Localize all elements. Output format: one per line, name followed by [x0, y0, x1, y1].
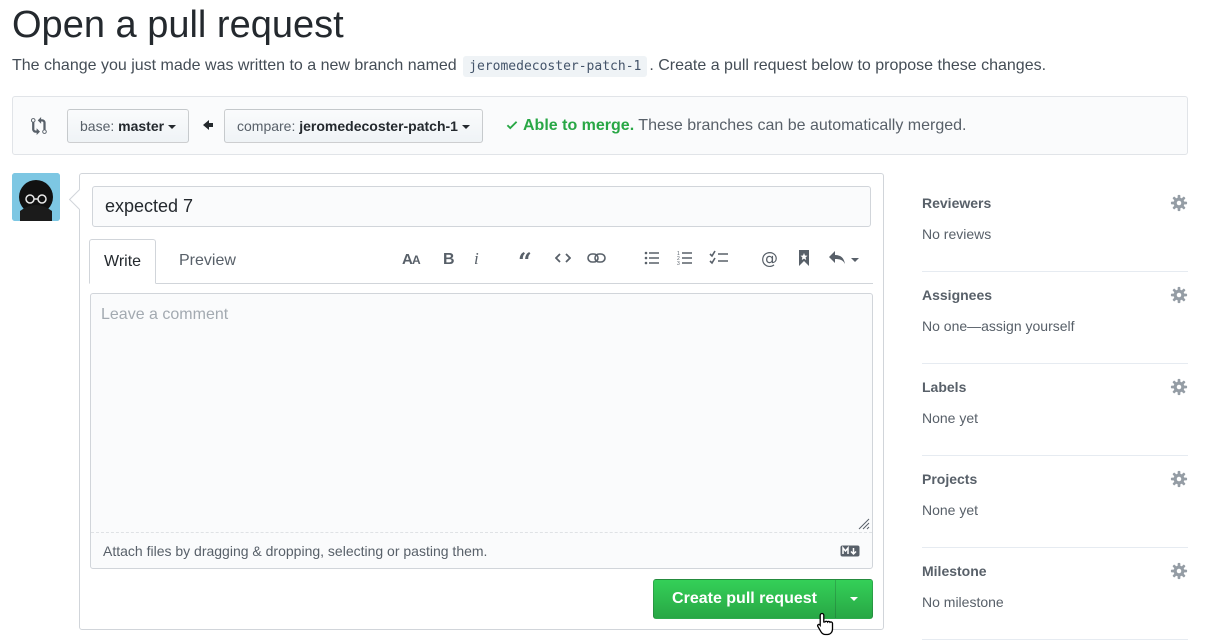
gear-icon[interactable] — [1170, 194, 1188, 212]
numbered-list-icon[interactable]: 123 — [672, 246, 698, 270]
bookmark-icon[interactable] — [791, 246, 817, 270]
bullet-list-icon[interactable] — [639, 246, 665, 270]
subtitle-text-after: . Create a pull request below to propose… — [649, 57, 1047, 74]
svg-text:i: i — [474, 250, 479, 266]
link-icon[interactable] — [584, 246, 610, 270]
italic-icon[interactable]: i — [465, 246, 491, 270]
page-title: Open a pull request — [12, 4, 344, 46]
compare-branch-selector[interactable]: compare: jeromedecoster-patch-1 — [224, 109, 483, 143]
sidebar-item-reviewers: Reviewers No reviews — [922, 180, 1188, 272]
subtitle-text: The change you just made was written to … — [12, 57, 457, 74]
sidebar-value[interactable]: No one—assign yourself — [922, 318, 1075, 334]
sidebar-heading: Projects — [922, 471, 978, 487]
code-icon[interactable] — [550, 246, 576, 270]
compare-icon — [31, 117, 47, 135]
quote-icon[interactable]: “ — [514, 246, 540, 270]
gear-icon[interactable] — [1170, 562, 1188, 580]
sidebar-heading: Milestone — [922, 563, 987, 579]
markdown-icon[interactable] — [840, 545, 860, 557]
svg-text:@: @ — [761, 249, 778, 267]
pull-request-page: Open a pull request The change you just … — [0, 0, 1205, 640]
sidebar-heading: Labels — [922, 379, 967, 395]
gear-icon[interactable] — [1170, 470, 1188, 488]
sidebar-item-milestone: Milestone No milestone — [922, 548, 1188, 640]
create-options-dropdown[interactable] — [835, 579, 873, 619]
check-icon — [506, 121, 518, 130]
base-prefix: base: — [80, 118, 115, 134]
text-size-icon[interactable]: AA — [400, 246, 426, 270]
attach-files-text: Attach files by dragging & dropping, sel… — [103, 543, 488, 559]
svg-text:B: B — [443, 251, 455, 266]
sidebar-value: No milestone — [922, 594, 1004, 610]
sidebar-item-assignees: Assignees No one—assign yourself — [922, 272, 1188, 364]
base-branch-selector[interactable]: base: master — [67, 109, 190, 143]
avatar-image — [12, 173, 60, 221]
sidebar-value: None yet — [922, 502, 979, 518]
sidebar-heading: Assignees — [922, 287, 993, 303]
branch-range-bar: base: master compare: jeromedecoster-pat… — [12, 96, 1188, 155]
caret-down-icon — [461, 125, 470, 130]
merge-status: Able to merge. These branches can be aut… — [505, 116, 966, 136]
pr-title-input[interactable] — [92, 186, 871, 227]
mention-icon[interactable]: @ — [757, 246, 783, 270]
svg-text:3: 3 — [677, 261, 680, 266]
sidebar-heading: Reviewers — [922, 195, 992, 211]
gear-icon[interactable] — [1170, 378, 1188, 396]
hand-pointer-icon — [817, 612, 834, 636]
gear-icon[interactable] — [1170, 286, 1188, 304]
tab-preview[interactable]: Preview — [165, 239, 250, 284]
merge-message: These branches can be automatically merg… — [638, 117, 967, 134]
attach-files-bar[interactable]: Attach files by dragging & dropping, sel… — [91, 532, 872, 568]
svg-text:“: “ — [518, 250, 532, 266]
caret-down-icon — [168, 125, 177, 130]
resize-grip-icon[interactable] — [858, 518, 870, 530]
sidebar-value: None yet — [922, 410, 979, 426]
tab-write[interactable]: Write — [89, 239, 157, 284]
branch-name-code: jeromedecoster-patch-1 — [463, 56, 648, 77]
bold-icon[interactable]: B — [436, 246, 462, 270]
reply-icon[interactable] — [826, 246, 862, 270]
pull-request-form: Write Preview AA B i “ 123 @ — [79, 173, 884, 636]
sidebar-value: No reviews — [922, 226, 992, 242]
user-avatar[interactable] — [12, 173, 60, 221]
sidebar-item-projects: Projects None yet — [922, 456, 1188, 548]
svg-text:A: A — [412, 253, 421, 266]
page-subtitle: The change you just made was written to … — [12, 56, 1046, 77]
comment-area: Attach files by dragging & dropping, sel… — [90, 293, 873, 569]
comment-textarea[interactable] — [91, 294, 872, 532]
arrow-left-icon — [203, 120, 213, 130]
sidebar-item-labels: Labels None yet — [922, 364, 1188, 456]
caret-down-icon — [850, 597, 858, 601]
compare-branch-name: jeromedecoster-patch-1 — [299, 118, 458, 134]
discussion-sidebar: Reviewers No reviews Assignees No one—as… — [922, 180, 1188, 640]
compare-prefix: compare: — [237, 118, 296, 134]
task-list-icon[interactable] — [706, 246, 732, 270]
merge-ok-text: Able to merge. — [523, 117, 635, 134]
create-pull-request-button[interactable]: Create pull request — [653, 579, 836, 619]
base-branch-name: master — [118, 118, 165, 134]
